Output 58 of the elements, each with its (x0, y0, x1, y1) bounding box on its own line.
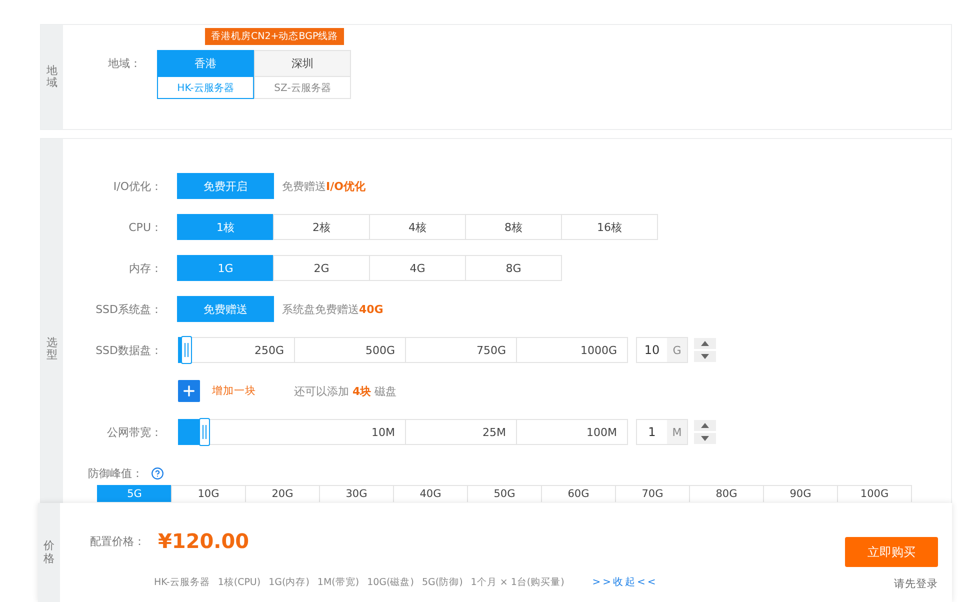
summary-item: 10G(磁盘) (367, 576, 414, 588)
option-button[interactable]: 2G (273, 255, 370, 281)
login-link[interactable]: 请先登录 (894, 577, 938, 591)
scale-mark: 25M (405, 419, 517, 445)
price-amount: ¥120.00 (158, 529, 250, 553)
field-label: SSD数据盘： (94, 342, 163, 358)
help-icon[interactable] (151, 467, 164, 480)
region-subtitle: SZ-云服务器 (254, 77, 351, 99)
up-triangle-icon (701, 341, 709, 346)
summary-item: 1核(CPU) (218, 576, 261, 588)
increment-button[interactable] (694, 420, 716, 431)
option-button[interactable]: 8核 (465, 214, 562, 240)
option-note: 免费赠送I/O优化 (282, 178, 366, 194)
price-label: 配置价格： (90, 534, 146, 548)
scale-mark: 500G (294, 337, 406, 363)
region-tab[interactable]: 深圳 (254, 50, 351, 77)
option-note: 系统盘免费赠送40G (282, 302, 384, 316)
option-button[interactable]: 4核 (369, 214, 466, 240)
decrement-button[interactable] (694, 351, 716, 362)
slider-handle[interactable] (199, 418, 210, 446)
increment-button[interactable] (694, 338, 716, 349)
collapse-link[interactable]: >>收起<< (592, 575, 658, 589)
field-label: SSD系统盘： (94, 302, 163, 316)
option-button[interactable]: 4G (369, 255, 466, 281)
disk-note: 还可以添加 4块 磁盘 (294, 384, 397, 398)
summary-item: HK-云服务器 (154, 576, 210, 588)
scale-mark: 750G (405, 337, 517, 363)
option-button[interactable]: 2核 (273, 214, 370, 240)
summary-item: 1M(带宽) (317, 576, 360, 588)
region-subtitle: HK-云服务器 (157, 77, 254, 99)
field-label: 内存： (128, 260, 163, 276)
slider-track[interactable]: 250G 500G 750G 1000G (178, 337, 628, 363)
option-button[interactable]: 100G (837, 485, 912, 502)
section-label: 选型 (46, 337, 58, 362)
field-label: 公网带宽： (106, 424, 163, 440)
option-button[interactable]: 16核 (561, 214, 658, 240)
slider-track[interactable]: 10M 25M 100M (178, 419, 628, 445)
down-triangle-icon (701, 354, 709, 359)
summary-item: 1G(内存) (268, 576, 310, 588)
summary-item: 1个月 × 1台(购买量) (470, 576, 564, 588)
add-button[interactable] (178, 380, 200, 402)
scale-mark: 1000G (516, 337, 628, 363)
field-label: I/O优化： (112, 178, 163, 194)
field-label: 防御峰值： (87, 466, 143, 481)
up-triangle-icon (701, 423, 709, 428)
section-label: 价格 (44, 540, 54, 565)
decrement-button[interactable] (694, 433, 716, 444)
field-label: 地域： (107, 56, 142, 71)
field-label: CPU： (128, 220, 163, 234)
option-button[interactable]: 10G (171, 485, 246, 502)
summary-item: 5G(防御) (422, 576, 463, 588)
slider-handle[interactable] (181, 336, 192, 364)
section-label: 地域 (46, 64, 58, 90)
promo-tag: 香港机房CN2+动态BGP线路 (205, 28, 344, 45)
scale-mark: 100M (516, 419, 628, 445)
down-triangle-icon (701, 436, 709, 441)
plus-icon (181, 383, 197, 399)
option-button[interactable]: 8G (465, 255, 562, 281)
